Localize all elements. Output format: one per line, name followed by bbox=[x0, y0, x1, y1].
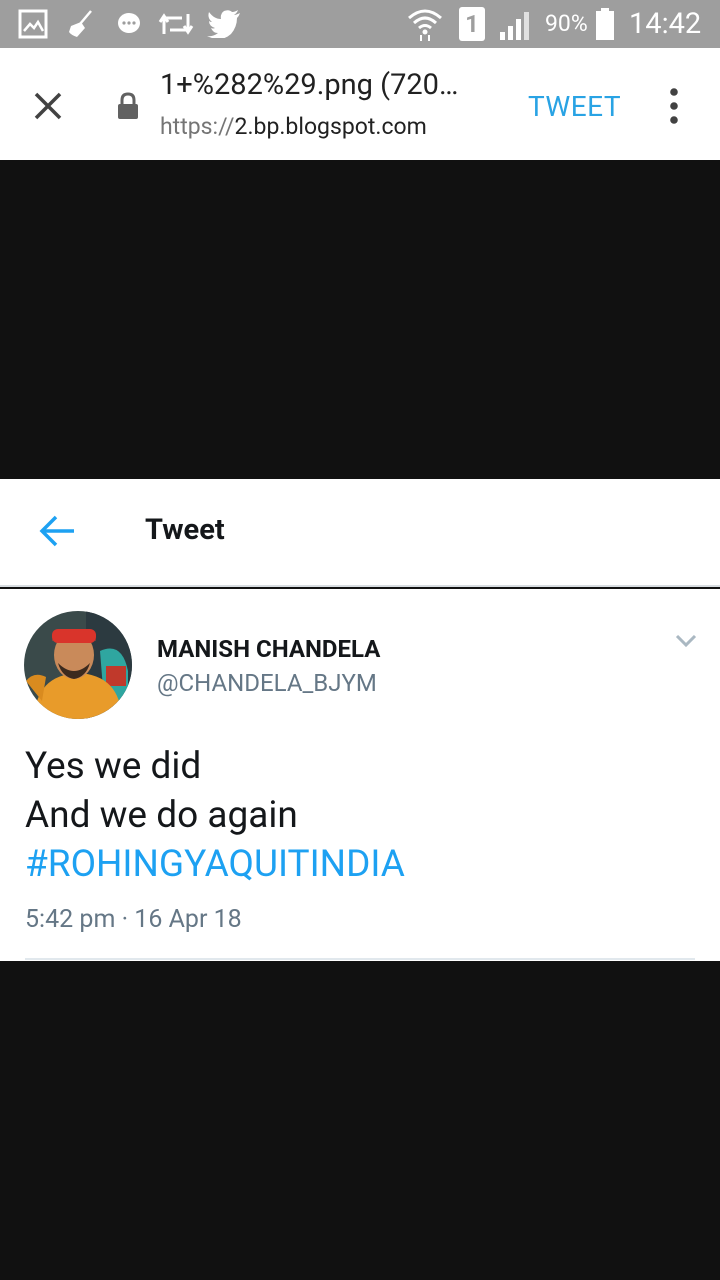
avatar[interactable] bbox=[24, 611, 132, 719]
signal-icon bbox=[496, 0, 536, 48]
twitter-bird-icon bbox=[206, 0, 242, 48]
browser-toolbar: 1+%282%29.png (720… https://2.bp.blogspo… bbox=[0, 48, 720, 160]
sim-1-icon: 1 bbox=[458, 0, 486, 48]
user-handle[interactable]: @CHANDELA_BJYM bbox=[157, 669, 377, 697]
broom-icon bbox=[64, 0, 98, 48]
tweet-card: MANISH CHANDELA @CHANDELA_BJYM Yes we di… bbox=[0, 589, 720, 961]
back-arrow-icon[interactable] bbox=[38, 513, 78, 549]
divider bbox=[25, 958, 695, 960]
retweet-icon bbox=[156, 0, 196, 48]
message-icon bbox=[114, 0, 144, 48]
header-title: Tweet bbox=[145, 513, 225, 547]
status-bar: 1 90% 14:42 bbox=[0, 0, 720, 48]
display-name[interactable]: MANISH CHANDELA bbox=[157, 635, 380, 663]
twitter-header: Tweet bbox=[0, 479, 720, 587]
tweet-text-line: Yes we did bbox=[25, 745, 202, 788]
sim-number: 1 bbox=[459, 7, 485, 41]
lock-icon bbox=[116, 92, 140, 120]
image-background-bottom bbox=[0, 961, 720, 1280]
clock: 14:42 bbox=[629, 7, 702, 41]
url-scheme: https:// bbox=[160, 113, 235, 140]
gallery-icon bbox=[16, 0, 50, 48]
hashtag-link[interactable]: #ROHINGYAQUITINDIA bbox=[25, 843, 405, 886]
battery-icon bbox=[594, 0, 616, 48]
page-url[interactable]: https://2.bp.blogspot.com bbox=[160, 113, 427, 140]
chevron-down-icon[interactable] bbox=[672, 631, 700, 651]
tweet-button[interactable]: TWEET bbox=[528, 90, 621, 123]
wifi-icon bbox=[406, 0, 444, 48]
page-title[interactable]: 1+%282%29.png (720… bbox=[160, 68, 458, 102]
close-icon[interactable] bbox=[28, 86, 68, 126]
image-background-top bbox=[0, 160, 720, 479]
tweet-text-line: And we do again bbox=[25, 794, 298, 837]
more-vert-icon[interactable] bbox=[664, 86, 684, 126]
tweet-timestamp: 5:42 pm · 16 Apr 18 bbox=[25, 905, 242, 934]
url-host: 2.bp.blogspot.com bbox=[234, 113, 427, 140]
battery-percent: 90% bbox=[545, 10, 588, 37]
